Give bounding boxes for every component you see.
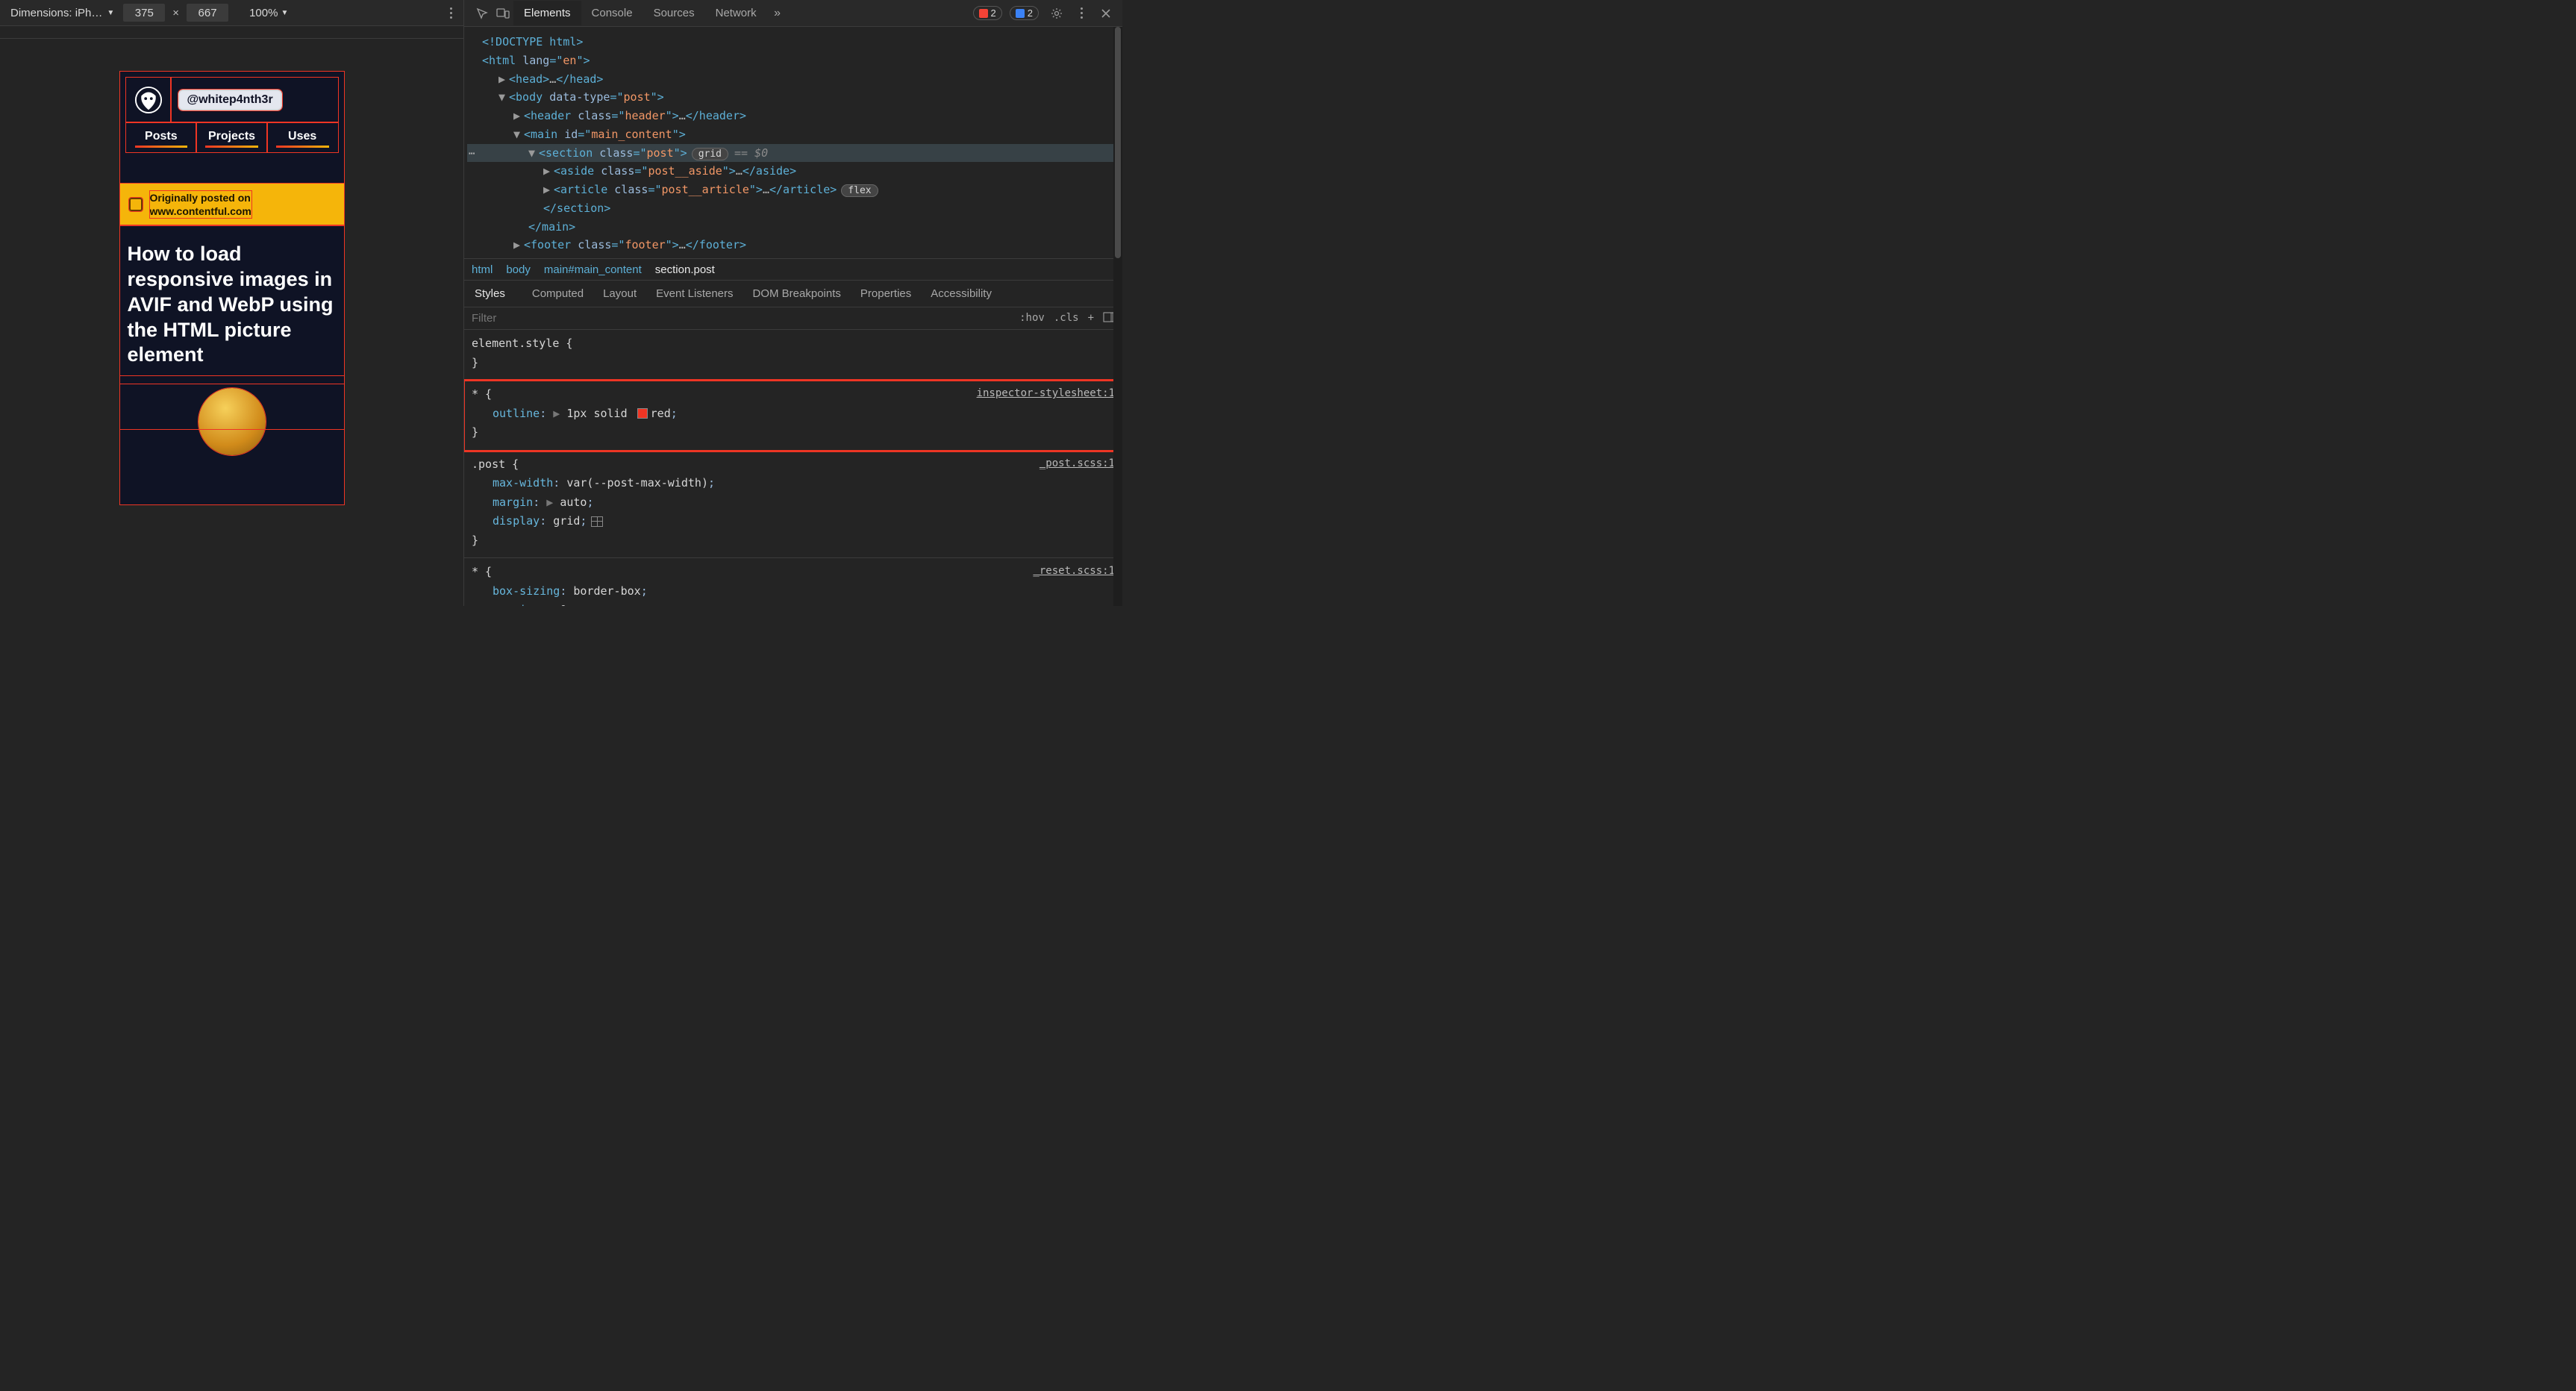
- chevron-down-icon: ▼: [281, 9, 288, 17]
- device-preview-pane: Dimensions: iPh… ▼ × 100% ▼: [0, 0, 463, 606]
- devtools-menu-icon[interactable]: [1075, 7, 1088, 19]
- breadcrumb[interactable]: html body main#main_content section.post: [464, 258, 1122, 281]
- device-frame[interactable]: @whitep4nth3r Posts Projects Uses Origin…: [120, 72, 344, 504]
- close-icon[interactable]: [1095, 3, 1116, 24]
- zoom-dropdown[interactable]: 100% ▼: [249, 7, 288, 19]
- rule-element-style[interactable]: element.style { }: [464, 330, 1122, 381]
- source-link[interactable]: inspector-stylesheet:1: [977, 385, 1115, 403]
- styles-tabs: Styles Computed Layout Event Listeners D…: [464, 281, 1122, 307]
- rule-reset[interactable]: _reset.scss:1 * { box-sizing: border-box…: [464, 558, 1122, 606]
- crumb-section[interactable]: section.post: [655, 263, 715, 276]
- errors-badge[interactable]: 2: [973, 6, 1002, 20]
- crumb-html[interactable]: html: [472, 263, 493, 276]
- article-title: How to load responsive images in AVIF an…: [120, 225, 344, 375]
- more-options-icon[interactable]: [444, 7, 457, 19]
- nav-row: Posts Projects Uses: [126, 122, 338, 152]
- ruler: [0, 25, 463, 39]
- more-tabs-icon[interactable]: »: [767, 3, 788, 24]
- tab-elements[interactable]: Elements: [513, 1, 581, 25]
- tab-console[interactable]: Console: [581, 1, 643, 25]
- device-toolbar: Dimensions: iPh… ▼ × 100% ▼: [0, 0, 463, 25]
- crumb-body[interactable]: body: [506, 263, 531, 276]
- nav-posts[interactable]: Posts: [126, 122, 197, 152]
- scrollbar-thumb[interactable]: [1115, 27, 1121, 258]
- devtools-pane: Elements Console Sources Network » 2 2 <…: [463, 0, 1122, 606]
- preview-area: @whitep4nth3r Posts Projects Uses Origin…: [0, 39, 463, 606]
- styles-filter-row: :hov .cls +: [464, 307, 1122, 330]
- tab-dom-breakpoints[interactable]: DOM Breakpoints: [753, 287, 841, 300]
- origin-banner: Originally posted on www.contentful.com: [120, 184, 344, 225]
- nav-projects[interactable]: Projects: [196, 122, 267, 152]
- tab-styles[interactable]: Styles: [467, 281, 513, 306]
- add-rule-button[interactable]: +: [1088, 312, 1094, 325]
- dimension-separator: ×: [169, 7, 182, 19]
- inspect-icon[interactable]: [472, 3, 493, 24]
- site-header: @whitep4nth3r Posts Projects Uses: [126, 78, 338, 152]
- height-input[interactable]: [187, 4, 228, 22]
- selected-dom-node[interactable]: ▼<section class="post">grid== $0: [467, 144, 1119, 163]
- dimensions-label: Dimensions: iPh…: [10, 7, 102, 19]
- cls-toggle[interactable]: .cls: [1054, 312, 1079, 325]
- gear-icon[interactable]: [1046, 3, 1067, 24]
- device-toggle-icon[interactable]: [493, 3, 513, 24]
- tab-sources[interactable]: Sources: [643, 1, 705, 25]
- banner-text: Originally posted on www.contentful.com: [150, 191, 251, 218]
- source-link[interactable]: _post.scss:1: [1040, 455, 1115, 473]
- tab-accessibility[interactable]: Accessibility: [931, 287, 992, 300]
- article-image-row: [120, 384, 344, 429]
- rule-post[interactable]: _post.scss:1 .post { max-width: var(--po…: [464, 451, 1122, 559]
- tab-network[interactable]: Network: [705, 1, 767, 25]
- handle-box: @whitep4nth3r: [171, 78, 338, 122]
- rule-universal-outline[interactable]: inspector-stylesheet:1 * { outline: ▶ 1p…: [464, 381, 1122, 451]
- width-input[interactable]: [123, 4, 165, 22]
- panther-icon: [134, 86, 163, 114]
- grid-icon[interactable]: [591, 516, 603, 527]
- dom-tree[interactable]: <!DOCTYPE html> <html lang="en"> ▶<head>…: [464, 27, 1122, 258]
- zoom-value: 100%: [249, 7, 278, 19]
- handle-badge[interactable]: @whitep4nth3r: [178, 90, 282, 110]
- device-dropdown[interactable]: Dimensions: iPh… ▼: [6, 5, 119, 21]
- site-logo[interactable]: [126, 78, 171, 122]
- site-top-row: @whitep4nth3r: [126, 78, 338, 122]
- styles-filter-input[interactable]: [472, 312, 1019, 325]
- tab-properties[interactable]: Properties: [860, 287, 911, 300]
- tab-layout[interactable]: Layout: [603, 287, 637, 300]
- devtools-tabs: Elements Console Sources Network » 2 2: [464, 0, 1122, 27]
- source-link[interactable]: _reset.scss:1: [1033, 563, 1115, 581]
- external-link-icon: [129, 198, 143, 211]
- chevron-down-icon: ▼: [107, 9, 114, 17]
- nav-uses[interactable]: Uses: [267, 122, 338, 152]
- styles-body[interactable]: element.style { } inspector-stylesheet:1…: [464, 330, 1122, 606]
- tabs-right-cluster: 2 2: [973, 3, 1122, 24]
- color-swatch-icon[interactable]: [637, 408, 648, 419]
- article-image: [198, 388, 266, 455]
- hov-toggle[interactable]: :hov: [1019, 312, 1045, 325]
- tab-event-listeners[interactable]: Event Listeners: [656, 287, 733, 300]
- tab-computed[interactable]: Computed: [532, 287, 584, 300]
- messages-badge[interactable]: 2: [1010, 6, 1039, 20]
- crumb-main[interactable]: main#main_content: [544, 263, 642, 276]
